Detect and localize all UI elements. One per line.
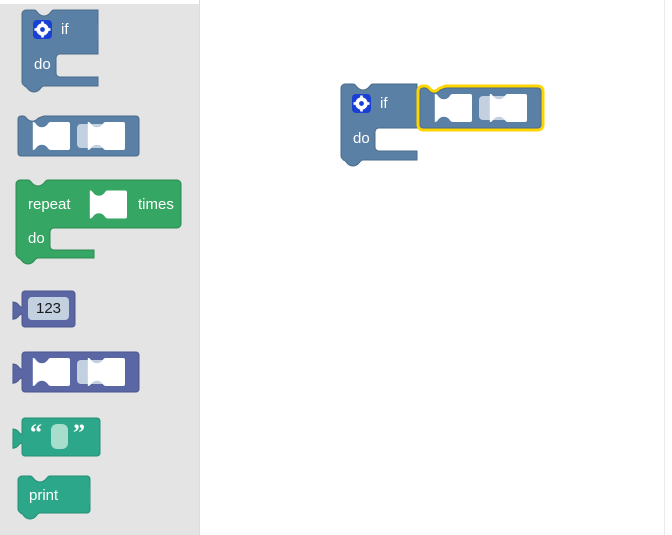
blockly-app-root: if do = <box>0 0 672 535</box>
gear-icon[interactable] <box>33 20 52 39</box>
workspace-logic-compare-block[interactable]: = <box>416 84 548 134</box>
palette-logic-compare-block[interactable]: = <box>14 112 146 162</box>
palette-right-edge <box>199 0 200 535</box>
repeat-label: repeat <box>28 196 71 213</box>
do-label: do <box>353 130 370 147</box>
canvas-right-edge <box>664 0 665 535</box>
close-quote-glyph: ” <box>73 421 85 447</box>
times-label: times <box>138 196 174 213</box>
palette-controls-repeat-block[interactable]: repeat times do <box>15 179 191 266</box>
if-label: if <box>380 95 388 112</box>
palette-math-number-block[interactable]: 123 <box>12 290 84 332</box>
palette-text-print-block[interactable]: print <box>17 475 108 524</box>
text-field-background[interactable] <box>51 424 68 449</box>
palette-controls-if-block[interactable]: if do <box>21 9 112 102</box>
do-label: do <box>34 56 51 73</box>
palette-math-arithmetic-block[interactable]: + <box>12 348 146 398</box>
palette-top-edge <box>0 0 200 4</box>
if-label: if <box>61 21 69 38</box>
block-palette[interactable]: if do = <box>0 0 200 535</box>
palette-text-string-block[interactable]: “ ” <box>12 416 109 460</box>
gear-icon[interactable] <box>352 94 372 113</box>
do-label: do <box>28 230 45 247</box>
repeat-block-shape[interactable] <box>15 179 182 265</box>
print-label: print <box>29 487 59 504</box>
open-quote-glyph: “ <box>30 421 42 447</box>
number-field-value: 123 <box>36 300 61 317</box>
